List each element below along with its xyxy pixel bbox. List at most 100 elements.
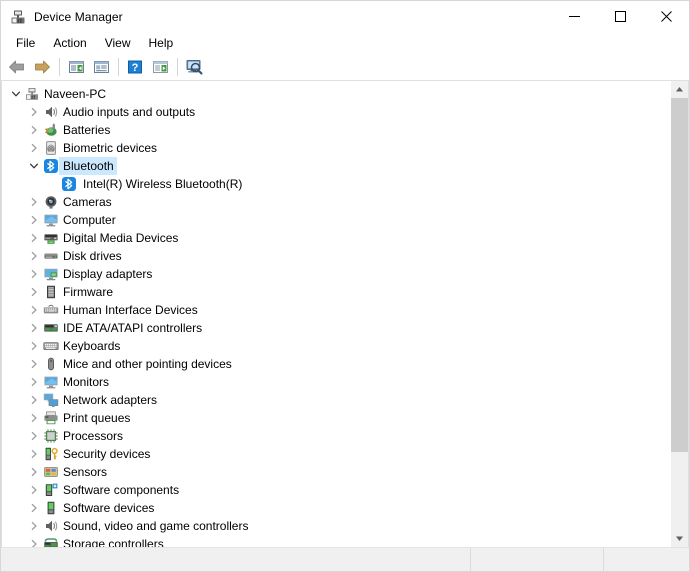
chevron-right-icon[interactable]	[26, 121, 42, 139]
menu-view[interactable]: View	[96, 33, 140, 54]
tree-node[interactable]: Cameras	[2, 193, 670, 211]
printer-icon	[43, 410, 59, 426]
tree-node[interactable]: Security devices	[2, 445, 670, 463]
tree-node[interactable]: IDE ATA/ATAPI controllers	[2, 319, 670, 337]
tree-node[interactable]: Software components	[2, 481, 670, 499]
maximize-button[interactable]	[597, 1, 643, 32]
tree-spacer	[44, 175, 60, 193]
device-manager-icon	[10, 9, 26, 25]
tree-node[interactable]: Audio inputs and outputs	[2, 103, 670, 121]
device-tree[interactable]: Naveen-PCAudio inputs and outputsBatteri…	[2, 81, 670, 547]
chevron-right-icon[interactable]	[26, 391, 42, 409]
chevron-right-icon[interactable]	[26, 535, 42, 547]
toolbar-separator-2	[118, 58, 119, 76]
tree-node-label: Processors	[59, 427, 126, 445]
fingerprint-icon	[43, 140, 59, 156]
battery-icon	[43, 122, 59, 138]
vertical-scrollbar[interactable]	[670, 81, 688, 547]
chevron-right-icon[interactable]	[26, 463, 42, 481]
chevron-right-icon[interactable]	[26, 409, 42, 427]
tree-node[interactable]: Sound, video and game controllers	[2, 517, 670, 535]
chevron-down-icon[interactable]	[26, 157, 42, 175]
tree-node[interactable]: Print queues	[2, 409, 670, 427]
chevron-right-icon[interactable]	[26, 499, 42, 517]
chevron-down-icon[interactable]	[8, 85, 24, 103]
tree-node[interactable]: Keyboards	[2, 337, 670, 355]
bluetooth-icon	[43, 158, 59, 174]
monitor-icon	[43, 212, 59, 228]
scan-for-hardware-changes-button[interactable]	[182, 56, 206, 78]
svg-text:?: ?	[132, 62, 139, 74]
chevron-right-icon[interactable]	[26, 211, 42, 229]
scrollbar-track[interactable]	[671, 98, 688, 530]
tree-node[interactable]: Mice and other pointing devices	[2, 355, 670, 373]
forward-button[interactable]	[30, 56, 54, 78]
chevron-right-icon[interactable]	[26, 283, 42, 301]
show-hide-console-tree-button[interactable]	[64, 56, 88, 78]
chevron-right-icon[interactable]	[26, 427, 42, 445]
properties-button[interactable]	[89, 56, 113, 78]
chevron-right-icon[interactable]	[26, 103, 42, 121]
chevron-right-icon[interactable]	[26, 445, 42, 463]
chevron-right-icon[interactable]	[26, 193, 42, 211]
chevron-right-icon[interactable]	[26, 301, 42, 319]
tree-node-label: Mice and other pointing devices	[59, 355, 235, 373]
chevron-right-icon[interactable]	[26, 229, 42, 247]
tree-node-label: Display adapters	[59, 265, 155, 283]
tree-node[interactable]: Software devices	[2, 499, 670, 517]
tree-node[interactable]: Sensors	[2, 463, 670, 481]
update-driver-button[interactable]	[148, 56, 172, 78]
tree-node[interactable]: Monitors	[2, 373, 670, 391]
tree-node[interactable]: Processors	[2, 427, 670, 445]
tree-node[interactable]: Firmware	[2, 283, 670, 301]
chevron-right-icon[interactable]	[26, 355, 42, 373]
status-pane-main	[1, 548, 471, 571]
scroll-down-button[interactable]	[671, 530, 688, 547]
tree-node[interactable]: Intel(R) Wireless Bluetooth(R)	[2, 175, 670, 193]
keyboard-icon	[43, 338, 59, 354]
chevron-right-icon[interactable]	[26, 373, 42, 391]
back-button[interactable]	[5, 56, 29, 78]
tree-node[interactable]: Disk drives	[2, 247, 670, 265]
tree-node-label: Software devices	[59, 499, 157, 517]
scrollbar-thumb[interactable]	[671, 98, 688, 452]
menu-action[interactable]: Action	[44, 33, 95, 54]
tree-node-label: Disk drives	[59, 247, 125, 265]
tree-node[interactable]: Storage controllers	[2, 535, 670, 547]
menu-file[interactable]: File	[7, 33, 44, 54]
chevron-right-icon[interactable]	[26, 265, 42, 283]
tree-node[interactable]: Biometric devices	[2, 139, 670, 157]
tree-node[interactable]: Batteries	[2, 121, 670, 139]
chevron-right-icon[interactable]	[26, 337, 42, 355]
scroll-up-button[interactable]	[671, 81, 688, 98]
chevron-right-icon[interactable]	[26, 517, 42, 535]
bluetooth-icon	[61, 176, 77, 192]
tree-node[interactable]: Display adapters	[2, 265, 670, 283]
tree-node[interactable]: Network adapters	[2, 391, 670, 409]
chevron-right-icon[interactable]	[26, 319, 42, 337]
close-button[interactable]	[643, 1, 689, 32]
status-bar	[1, 547, 689, 571]
tree-node[interactable]: Bluetooth	[2, 157, 670, 175]
security-key-icon	[43, 446, 59, 462]
tree-node-label: Sound, video and game controllers	[59, 517, 251, 535]
menu-help[interactable]: Help	[140, 33, 183, 54]
chevron-right-icon[interactable]	[26, 139, 42, 157]
tree-node[interactable]: Human Interface Devices	[2, 301, 670, 319]
tree-node[interactable]: Computer	[2, 211, 670, 229]
tree-node[interactable]: Digital Media Devices	[2, 229, 670, 247]
network-adapter-icon	[43, 392, 59, 408]
chevron-right-icon[interactable]	[26, 247, 42, 265]
minimize-button[interactable]	[551, 1, 597, 32]
scroll-up-icon	[675, 86, 684, 93]
tree-node-label: IDE ATA/ATAPI controllers	[59, 319, 205, 337]
tree-node-label: Security devices	[59, 445, 153, 463]
processor-icon	[43, 428, 59, 444]
tree-node-label: Firmware	[59, 283, 116, 301]
update-driver-icon	[152, 59, 169, 75]
tree-node-label: Network adapters	[59, 391, 160, 409]
help-button[interactable]: ?	[123, 56, 147, 78]
tree-node[interactable]: Naveen-PC	[2, 85, 670, 103]
tree-node-label: Naveen-PC	[40, 85, 109, 103]
chevron-right-icon[interactable]	[26, 481, 42, 499]
